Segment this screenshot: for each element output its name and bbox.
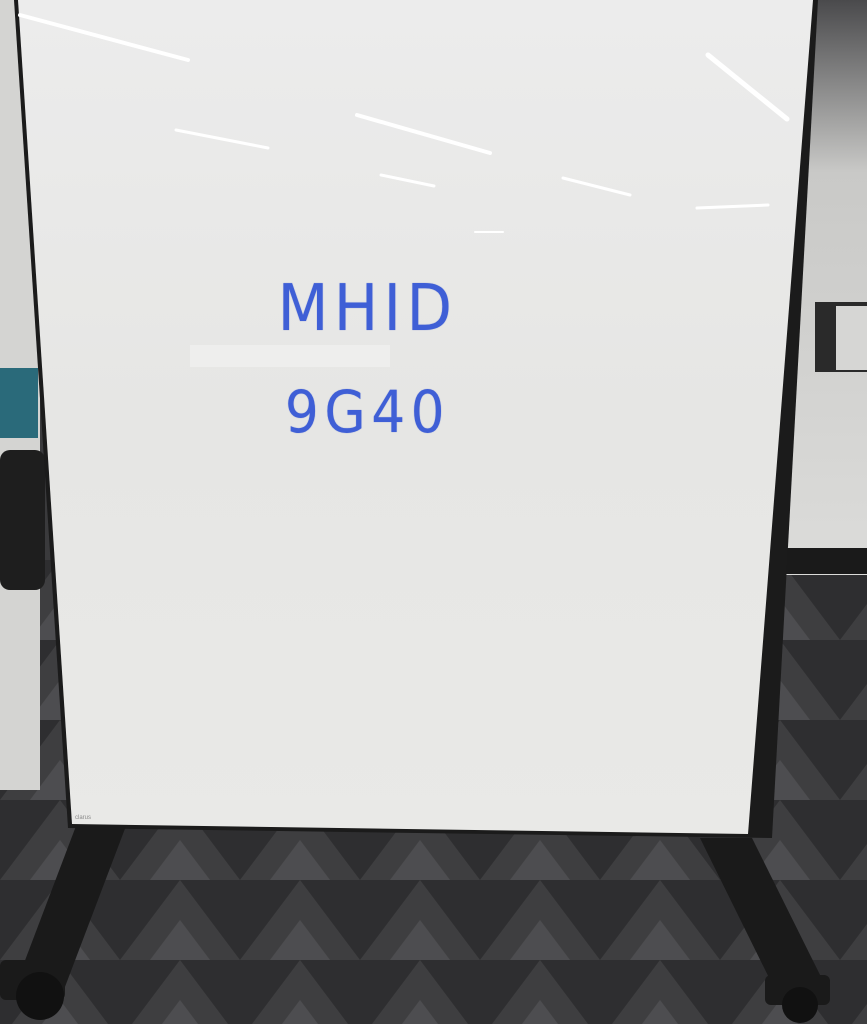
room-reflection: [190, 345, 390, 367]
background-illustration: [0, 0, 867, 1024]
wall-device-panel: [836, 306, 867, 370]
black-chair: [0, 450, 45, 590]
whiteboard-text-line-1: MHID: [277, 272, 458, 346]
caster-wheel-right: [782, 987, 818, 1023]
caster-wheel-left: [16, 972, 64, 1020]
photo-scene: MHID 9G40 clarus: [0, 0, 867, 1024]
whiteboard-text-line-2: 9G40: [284, 378, 451, 446]
maker-logo-label: clarus: [75, 815, 92, 821]
